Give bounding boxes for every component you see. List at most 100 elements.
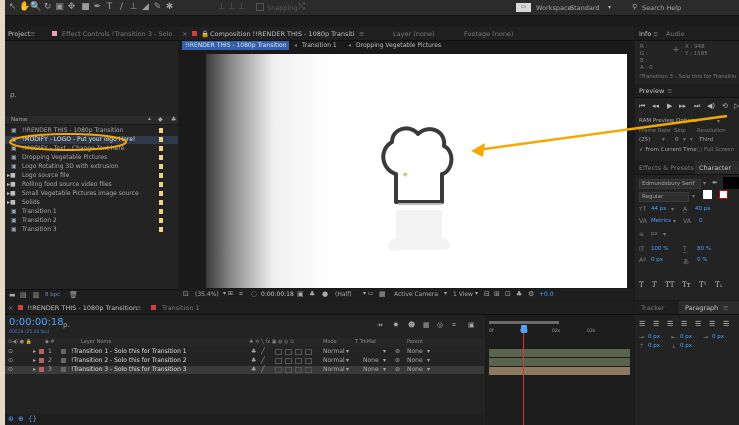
font-style-select[interactable]: Regular <box>639 192 689 202</box>
indent-left-value[interactable]: 0 px <box>648 334 660 340</box>
style-chevron-icon[interactable]: ▾ <box>692 193 695 200</box>
video-visibility-icon[interactable]: ⊙ <box>8 357 13 365</box>
crumb-transition-1[interactable]: Transition 1 <box>302 42 337 49</box>
trkmat-chevron-icon[interactable]: ▾ <box>383 366 386 374</box>
faux-bold-button[interactable]: T <box>639 281 644 289</box>
ram-preview-options[interactable]: RAM Preview Options <box>639 118 697 124</box>
rectangle-tool-icon[interactable]: ■ <box>81 3 90 12</box>
close-timeline-icon[interactable]: × <box>8 304 13 312</box>
quality-switch-icon[interactable]: ╱ <box>261 348 265 356</box>
project-item[interactable]: ▣ !!RENDER THIS - 1080p Transition <box>5 127 178 135</box>
transfer-controls-toggle-icon[interactable]: ⊕ <box>18 415 24 423</box>
label-column-icon[interactable]: ◆ <box>158 116 163 123</box>
space-before-value[interactable]: 0 px <box>648 343 660 349</box>
label-color-swatch[interactable] <box>159 218 163 223</box>
layer-switch-box[interactable] <box>305 358 312 364</box>
mode-header[interactable]: Mode <box>323 339 337 345</box>
blend-mode-select[interactable]: Normal <box>323 366 345 374</box>
parent-chevron-icon[interactable]: ▾ <box>427 348 430 356</box>
layer-switch-box[interactable] <box>305 367 312 373</box>
in-out-toggle-icon[interactable]: {} <box>28 415 37 423</box>
timeline-icon[interactable]: ⊡ <box>505 290 511 298</box>
expand-layer-icon[interactable]: ▸ <box>33 357 36 365</box>
playhead-handle[interactable] <box>521 325 527 333</box>
layer-switch-box[interactable] <box>295 367 302 373</box>
from-current-time-checkbox[interactable]: ✓ From Current Time <box>639 147 697 153</box>
trkmat-chevron-icon[interactable]: ▾ <box>383 348 386 356</box>
loop-icon[interactable]: ⟲ <box>722 102 728 110</box>
layer-switch-box[interactable] <box>285 358 292 364</box>
subscript-button[interactable]: T₁ <box>715 281 722 289</box>
baseline-shift-value[interactable]: 0 px <box>651 257 663 263</box>
tab-tracker[interactable]: Tracker <box>641 304 664 312</box>
parent-chevron-icon[interactable]: ▾ <box>427 366 430 374</box>
flowchart-icon[interactable]: ♣ <box>516 290 522 298</box>
workspace-chevron-icon[interactable]: ▾ <box>608 4 611 11</box>
axis-mode-icon[interactable]: ⊥ <box>217 3 226 12</box>
full-screen-checkbox[interactable]: ▢ Full Screen <box>697 147 734 153</box>
shy-switch-icon[interactable]: ♣ <box>251 366 256 374</box>
layer-switch-box[interactable] <box>285 367 292 373</box>
tab-info-menu[interactable]: ≡ <box>653 30 658 38</box>
expand-layer-icon[interactable]: ▸ <box>33 348 36 356</box>
views-select[interactable]: 1 View <box>453 291 473 298</box>
reset-exposure-icon[interactable]: ⚙ <box>528 290 534 298</box>
composition-viewer[interactable]: ✦ <box>206 54 627 288</box>
mode-chevron-icon[interactable]: ▾ <box>346 366 349 374</box>
faux-italic-button[interactable]: T <box>652 281 657 289</box>
name-column-header[interactable]: Name <box>11 117 27 123</box>
resolution-select[interactable]: Third <box>699 137 713 143</box>
magnification-select[interactable]: (35.4%) <box>195 291 219 298</box>
layer-switch-box[interactable] <box>305 349 312 355</box>
pickwhip-icon[interactable]: ⊚ <box>395 357 400 365</box>
graph-editor-icon[interactable]: ⌗ <box>452 321 456 330</box>
label-color-swatch[interactable] <box>159 155 163 160</box>
timeline-search-icon[interactable]: ρ. <box>63 321 70 329</box>
label-color-swatch[interactable] <box>159 227 163 232</box>
label-color-swatch[interactable] <box>159 164 163 169</box>
project-item[interactable]: ▣ Transition 3 <box>5 226 178 234</box>
roto-brush-tool-icon[interactable]: ✎ <box>153 3 162 12</box>
brainstorm-icon[interactable]: ▣ <box>468 321 475 329</box>
resolution-chevron-icon[interactable]: ▾ <box>690 137 693 143</box>
camera-chevron-icon[interactable]: ▾ <box>444 290 447 297</box>
next-frame-icon[interactable]: ▸▸ <box>679 102 686 110</box>
project-item[interactable]: ▣ Dropping Vegetable Pictures <box>5 154 178 162</box>
justify-last-right-icon[interactable]: ☰ <box>709 320 715 328</box>
close-comp-icon[interactable]: × <box>182 30 187 38</box>
layer-switches-toggle-icon[interactable]: ⊛ <box>8 415 14 423</box>
project-item[interactable]: ▣ Transition 2 <box>5 217 178 225</box>
play-icon[interactable]: ▶ <box>667 102 672 110</box>
resolution-select[interactable]: (Half) <box>335 291 352 298</box>
channel-icon[interactable]: ● <box>322 290 328 298</box>
superscript-button[interactable]: T¹ <box>699 281 706 289</box>
crumb-render-this[interactable]: !!RENDER THIS - 1080p Transition <box>182 41 290 50</box>
expand-layer-icon[interactable]: ▸ <box>33 366 36 374</box>
mode-chevron-icon[interactable]: ▾ <box>346 348 349 356</box>
delete-icon[interactable]: 🗑 <box>69 291 78 299</box>
tab-composition[interactable]: Composition !!RENDER THIS - 1080p Transi… <box>210 30 355 38</box>
layer-name[interactable]: !Transition 3 - Solo this for Transition… <box>71 366 187 374</box>
search-help-input[interactable]: Search Help <box>642 4 681 12</box>
blend-mode-select[interactable]: Normal <box>323 357 345 365</box>
timeline-timecode[interactable]: 0:00:00:18 <box>9 317 64 328</box>
quality-switch-icon[interactable]: ╱ <box>261 357 265 365</box>
font-family-select[interactable]: Edmundsbury Serif <box>639 179 701 189</box>
label-color-swatch[interactable] <box>159 128 163 133</box>
layer-label-color[interactable] <box>39 349 44 354</box>
kerning-chevron-icon[interactable]: ▾ <box>673 218 676 225</box>
layer-switch-box[interactable] <box>275 367 282 373</box>
align-center-icon[interactable]: ☰ <box>653 320 659 328</box>
tab-timeline-transition-1[interactable]: Transition 1 <box>162 304 200 312</box>
layer-label-color[interactable] <box>39 367 44 372</box>
first-line-value[interactable]: 0 px <box>712 334 724 340</box>
tab-effects-presets[interactable]: Effects & Presets <box>639 164 694 172</box>
tab-info[interactable]: Info <box>639 30 651 38</box>
ram-preview-icon[interactable]: ▷ <box>734 102 739 110</box>
last-frame-icon[interactable]: ⏭ <box>694 102 700 111</box>
camera-tool-icon[interactable]: ▣ <box>55 3 64 12</box>
label-color-swatch[interactable] <box>159 200 163 205</box>
hide-shy-layers-icon[interactable]: ☻ <box>408 321 415 329</box>
layer-switch-box[interactable] <box>275 349 282 355</box>
trkmat-header[interactable]: T TrkMat <box>355 339 376 345</box>
